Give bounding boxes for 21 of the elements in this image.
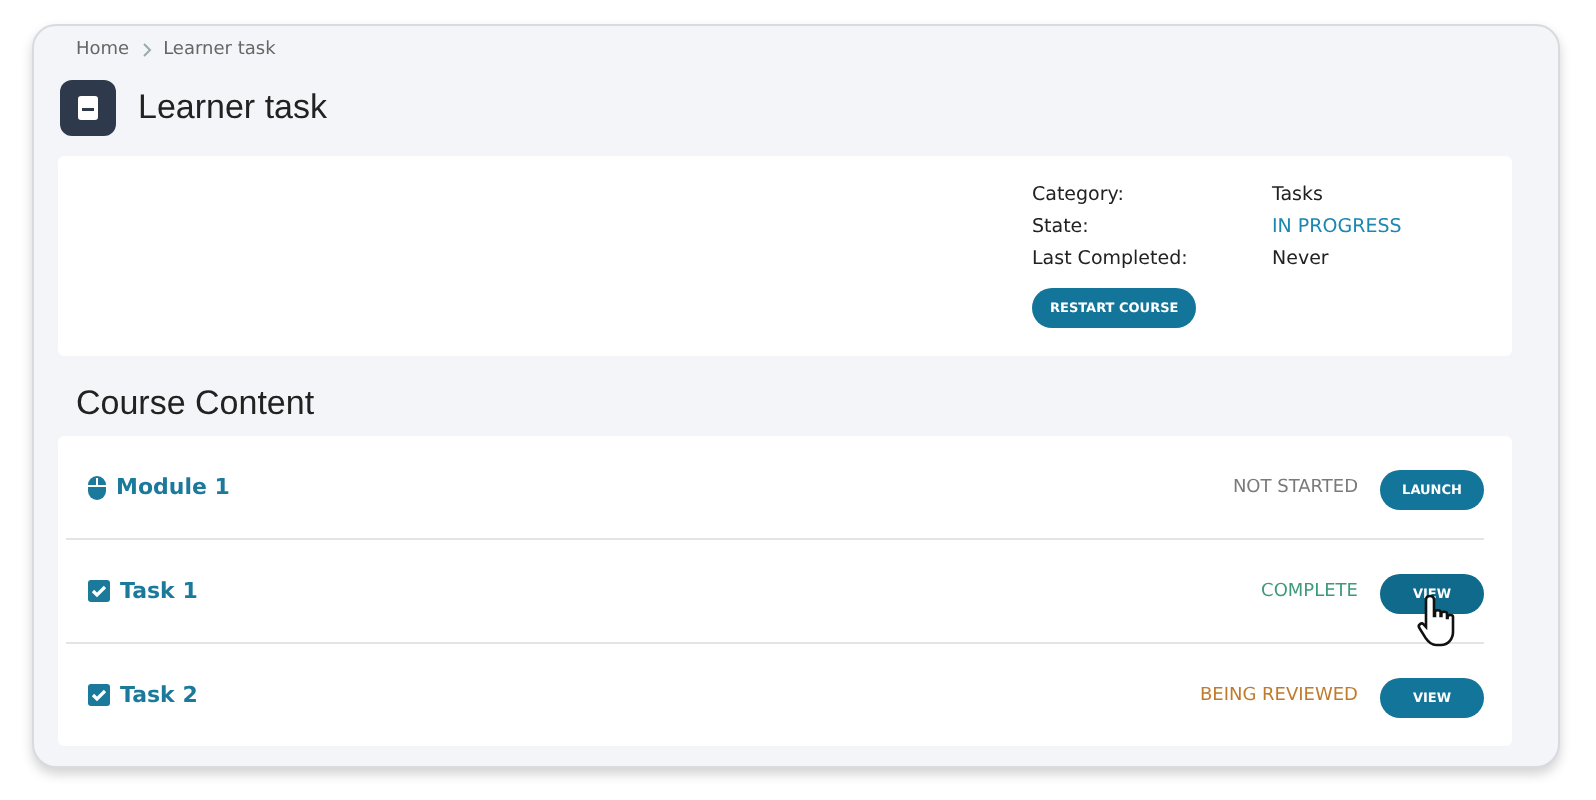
mouse-icon — [88, 475, 106, 499]
item-link[interactable]: Task 1 — [120, 578, 198, 604]
item-link[interactable]: Task 2 — [120, 682, 198, 708]
item-status: NOT STARTED — [1232, 477, 1358, 497]
checkbox-icon — [88, 684, 110, 706]
page-title: Learner task — [138, 88, 327, 128]
detail-label: Last Completed: — [1032, 248, 1190, 272]
item-status: BEING REVIEWED — [1199, 685, 1358, 705]
detail-label: Category: — [1032, 184, 1126, 208]
detail-value: IN PROGRESS — [1272, 216, 1404, 240]
item-status: COMPLETE — [1261, 581, 1358, 601]
breadcrumb-link[interactable]: Learner task — [163, 40, 276, 60]
item-link[interactable]: Module 1 — [116, 474, 230, 500]
detail-value: Never — [1272, 248, 1331, 272]
chevron-icon — [141, 42, 152, 58]
section-title: Course Content — [76, 384, 317, 424]
breadcrumb-link[interactable]: Home — [76, 40, 130, 60]
checkbox-icon — [88, 580, 110, 602]
document-icon — [60, 80, 116, 136]
detail-value: Tasks — [1272, 184, 1325, 208]
detail-label: State: — [1032, 216, 1091, 240]
